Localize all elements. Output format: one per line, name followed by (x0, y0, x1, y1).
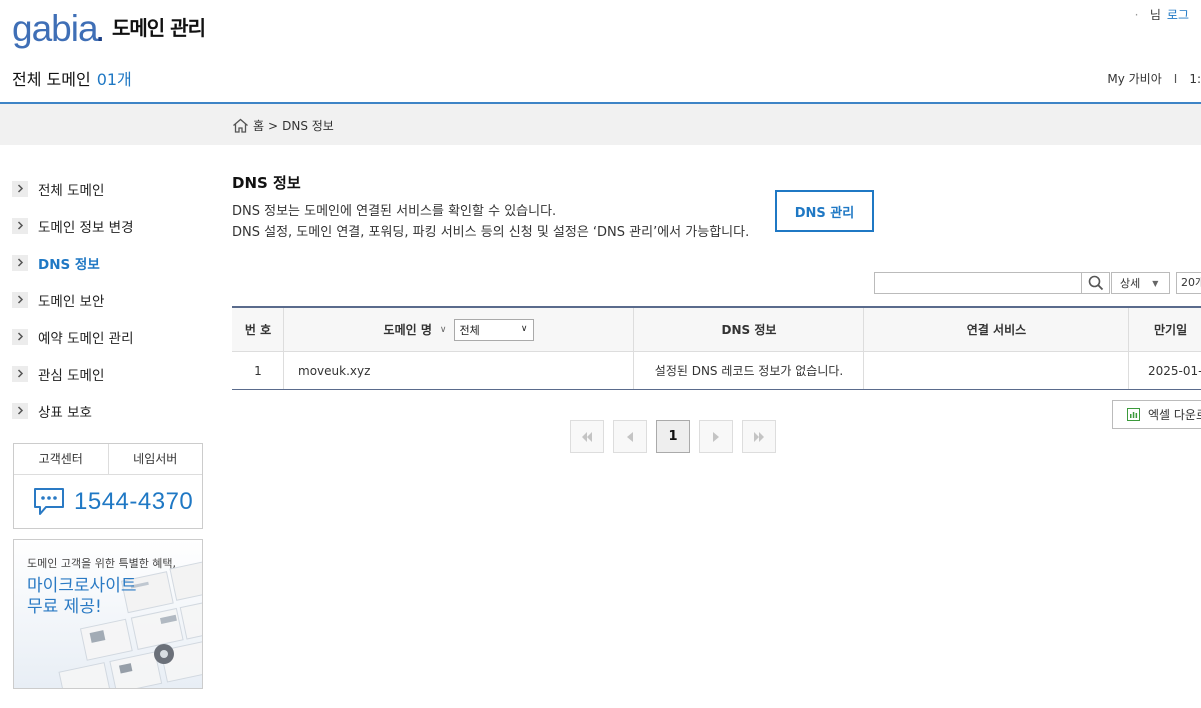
sort-caret-icon[interactable]: ∨ (440, 325, 447, 335)
support-tabs: 고객센터 네임서버 (14, 444, 202, 475)
double-right-arrow-icon (754, 431, 764, 442)
table-bottom-border (232, 389, 1201, 390)
breadcrumb-current: DNS 정보 (282, 119, 334, 133)
user-suffix: 님 (1149, 8, 1161, 22)
chat-bubble-icon (34, 488, 64, 515)
right-arrow-icon (713, 431, 719, 442)
sidebar-item-domain-info-change[interactable]: 도메인 정보 변경 (12, 207, 202, 244)
caret-down-icon: ▼ (1152, 278, 1159, 288)
sidebar-item-dns-info[interactable]: DNS 정보 (12, 244, 202, 281)
column-divider (1128, 308, 1129, 389)
excel-chart-icon (1127, 408, 1140, 421)
logo-wordmark: gabia (12, 8, 99, 49)
chevron-right-icon (12, 291, 28, 308)
support-box: 고객센터 네임서버 1544-4370 (13, 443, 203, 529)
support-phone-number[interactable]: 1544-4370 (74, 488, 193, 516)
promo-subtitle: 도메인 고객을 위한 특별한 혜택, (27, 557, 177, 570)
column-header-dns: DNS 정보 (634, 308, 864, 352)
column-header-domain: 도메인 명 ∨ 전체 ∨ (284, 308, 634, 352)
sidebar-item-label: 예약 도메인 관리 (38, 330, 134, 347)
column-header-service: 연결 서비스 (864, 308, 1129, 352)
sidebar-item-label: 관심 도메인 (38, 367, 105, 384)
one-to-one-link[interactable]: 1: (1189, 72, 1201, 86)
cell-dns: 설정된 DNS 레코드 정보가 없습니다. (654, 364, 844, 378)
user-info: · 님 로그 (1134, 8, 1189, 22)
sidebar-menu: 전체 도메인 도메인 정보 변경 DNS 정보 도메인 보안 예약 도메인 관리… (12, 170, 202, 429)
sidebar-item-watched-domains[interactable]: 관심 도메인 (12, 355, 202, 392)
logo-dot: . (95, 8, 106, 49)
support-phone: 1544-4370 (14, 475, 202, 517)
cell-service (864, 352, 1129, 389)
search-icon (1088, 275, 1103, 291)
top-links: My 가비아 I 1: (1107, 70, 1201, 87)
double-left-arrow-icon (582, 431, 592, 442)
page-description: DNS 정보는 도메인에 연결된 서비스를 확인할 수 있습니다. DNS 설정… (232, 204, 750, 240)
sidebar-item-all-domains[interactable]: 전체 도메인 (12, 170, 202, 207)
my-gabia-link[interactable]: My 가비아 (1107, 72, 1161, 86)
chevron-right-icon (12, 328, 28, 345)
first-page-button[interactable] (570, 420, 604, 453)
column-divider (863, 308, 864, 389)
breadcrumb: 홈 > DNS 정보 (232, 117, 334, 134)
domain-filter-select[interactable]: 전체 ∨ (454, 318, 535, 341)
sidebar-item-label: 도메인 보안 (38, 293, 105, 310)
sidebar-item-trademark-protection[interactable]: 상표 보호 (12, 392, 202, 429)
chevron-right-icon (12, 217, 28, 234)
sidebar-item-label: 도메인 정보 변경 (38, 219, 134, 236)
caret-down-icon: ∨ (520, 323, 528, 334)
rows-per-page-select[interactable]: 20개 (1176, 272, 1201, 294)
chevron-right-icon (12, 180, 28, 197)
search-button[interactable] (1082, 272, 1110, 294)
page-title: DNS 정보 (232, 174, 301, 192)
link-separator: I (1173, 72, 1178, 86)
detail-search-dropdown[interactable]: 상세 ▼ (1111, 272, 1170, 294)
column-header-expiry[interactable]: 만기일 (1129, 308, 1201, 352)
logout-link[interactable]: 로그 (1167, 8, 1189, 22)
cell-no: 1 (254, 363, 262, 378)
tab-customer-center[interactable]: 고객센터 (14, 444, 108, 474)
sidebar-item-reserved-domains[interactable]: 예약 도메인 관리 (12, 318, 202, 355)
sidebar-item-label: DNS 정보 (38, 256, 100, 273)
left-arrow-icon (627, 431, 633, 442)
column-divider (633, 308, 634, 389)
cell-expiry: 2025-01-1 (1148, 363, 1201, 378)
next-page-button[interactable] (699, 420, 733, 453)
sidebar-item-label: 상표 보호 (38, 404, 92, 421)
search-input[interactable] (874, 272, 1082, 294)
all-domains-count: 01개 (96, 70, 132, 89)
app-title: 도메인 관리 (112, 16, 206, 40)
breadcrumb-home[interactable]: 홈 (253, 117, 264, 134)
breadcrumb-separator: > (268, 118, 279, 133)
last-page-button[interactable] (742, 420, 776, 453)
page-number-current[interactable]: 1 (656, 420, 690, 453)
home-icon[interactable] (232, 118, 249, 133)
excel-download-button[interactable]: 엑셀 다운로 (1112, 400, 1201, 429)
all-domains-summary[interactable]: 전체 도메인 01개 (12, 66, 132, 90)
promo-headline: 마이크로사이트 무료 제공! (27, 576, 137, 617)
dns-manage-button[interactable]: DNS 관리 (775, 190, 874, 232)
chevron-right-icon (12, 365, 28, 382)
column-header-no: 번 호 (232, 308, 284, 352)
sidebar-item-label: 전체 도메인 (38, 182, 105, 199)
sidebar-item-domain-security[interactable]: 도메인 보안 (12, 281, 202, 318)
pagination: 1 (570, 420, 785, 453)
microsite-promo-banner[interactable]: 도메인 고객을 위한 특별한 혜택, 마이크로사이트 무료 제공! (13, 539, 203, 689)
column-divider (283, 308, 284, 389)
breadcrumb-bar (0, 104, 1201, 145)
all-domains-label: 전체 도메인 (12, 70, 91, 89)
tab-nameserver[interactable]: 네임서버 (107, 444, 203, 474)
chevron-right-icon (12, 402, 28, 419)
prev-page-button[interactable] (613, 420, 647, 453)
cell-domain[interactable]: moveuk.xyz (284, 352, 634, 389)
chevron-right-icon (12, 254, 28, 271)
